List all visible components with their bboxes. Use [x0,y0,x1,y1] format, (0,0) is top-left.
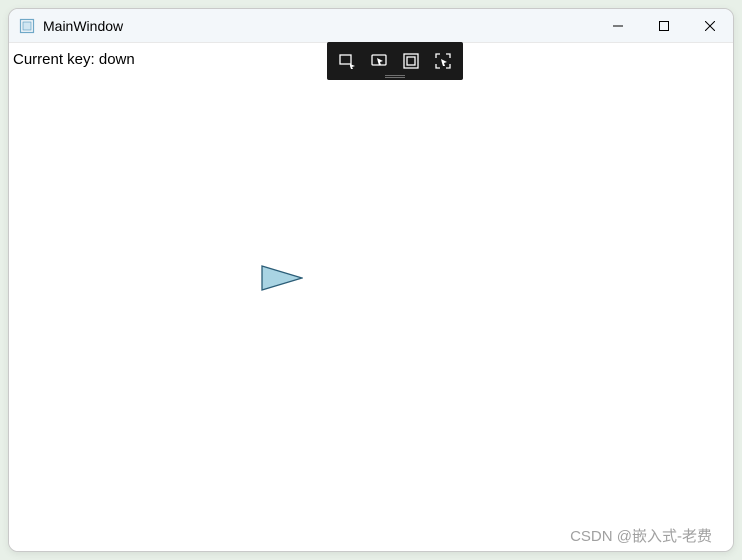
app-icon [19,18,35,34]
player-triangle [261,265,303,294]
current-key-label: Current key: down [13,51,135,68]
current-key-value: down [99,51,135,68]
rectangular-snip-icon[interactable] [334,48,360,74]
main-window: MainWindow Current key: down [8,8,734,552]
close-button[interactable] [687,9,733,42]
window-controls [595,9,733,42]
cursor-region-icon[interactable] [366,48,392,74]
client-area: Current key: down [9,43,733,551]
minimize-button[interactable] [595,9,641,42]
window-snip-icon[interactable] [398,48,424,74]
window-title: MainWindow [43,18,595,34]
current-key-prefix: Current key: [13,51,99,68]
fullscreen-snip-icon[interactable] [430,48,456,74]
drag-handle-icon[interactable] [385,75,405,78]
maximize-button[interactable] [641,9,687,42]
titlebar: MainWindow [9,9,733,43]
snip-toolbar [327,42,463,80]
